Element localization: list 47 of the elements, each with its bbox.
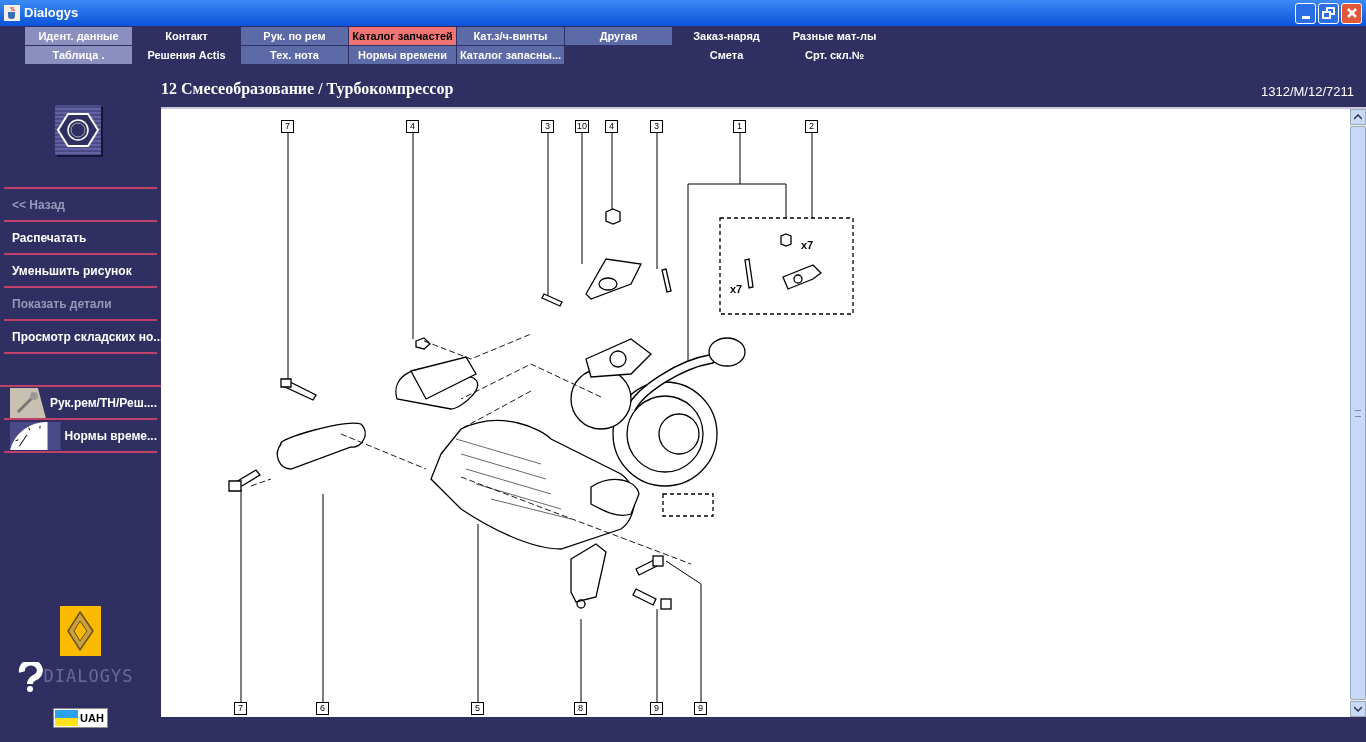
callout-number: 4 xyxy=(406,120,419,133)
callout-number: 2 xyxy=(805,120,818,133)
hex-nut-icon xyxy=(55,105,103,157)
callout-number: 3 xyxy=(650,120,663,133)
currency-badge: UAH xyxy=(53,708,108,728)
scroll-up-button[interactable] xyxy=(1350,109,1366,125)
page-title: 12 Смесеобразование / Турбокомпрессор xyxy=(161,79,454,100)
menu-tab[interactable]: Рук. по рем xyxy=(241,27,348,45)
window-title: Dialogys xyxy=(24,4,79,23)
callout-number: 8 xyxy=(574,702,587,715)
quantity-label: x7 xyxy=(801,238,814,253)
clock-icon xyxy=(10,420,61,451)
callout-number: 1 xyxy=(733,120,746,133)
callout-number: 6 xyxy=(316,702,329,715)
minimize-button[interactable] xyxy=(1295,2,1316,24)
menu-tab[interactable]: Нормы времени xyxy=(349,46,456,64)
flag-icon xyxy=(55,710,79,726)
caret-down-icon xyxy=(1354,706,1362,712)
wrench-icon xyxy=(10,387,46,418)
java-cup-icon xyxy=(4,5,20,21)
menu-tab[interactable]: Тех. нота xyxy=(241,46,348,64)
reference-number: 1312/M/12/7211 xyxy=(1261,82,1354,101)
callout-number: 7 xyxy=(281,120,294,133)
callout-number: 9 xyxy=(650,702,663,715)
callout-number: 10 xyxy=(575,120,589,133)
sidebar-action[interactable]: Распечатать xyxy=(12,228,87,247)
diamond-logo xyxy=(60,606,101,656)
menu-tab[interactable]: Каталог запасны... xyxy=(457,46,564,64)
quantity-label: x7 xyxy=(730,282,743,297)
callout-number: 7 xyxy=(234,702,247,715)
menu-tab[interactable]: Другая xyxy=(565,27,672,45)
brand-text: DIALOGYS xyxy=(43,665,134,689)
restore-button[interactable] xyxy=(1318,2,1339,24)
question-mark-icon xyxy=(17,662,44,692)
callout-number: 9 xyxy=(694,702,707,715)
menu-tab[interactable]: Каталог запчастей xyxy=(349,27,456,45)
menu-tab[interactable]: Кат.з/ч-винты xyxy=(457,27,564,45)
tool-link[interactable]: Рук.рем/ТН/Реш.... xyxy=(49,393,157,412)
sidebar-action[interactable]: Уменьшить рисунок xyxy=(12,261,132,280)
scroll-down-button[interactable] xyxy=(1350,701,1366,717)
callout-number: 4 xyxy=(605,120,618,133)
tool-link[interactable]: Нормы време... xyxy=(64,426,157,445)
callout-number: 5 xyxy=(471,702,484,715)
caret-up-icon xyxy=(1354,114,1362,120)
callout-number: 3 xyxy=(541,120,554,133)
close-icon xyxy=(1345,7,1358,19)
close-button[interactable] xyxy=(1341,2,1362,24)
